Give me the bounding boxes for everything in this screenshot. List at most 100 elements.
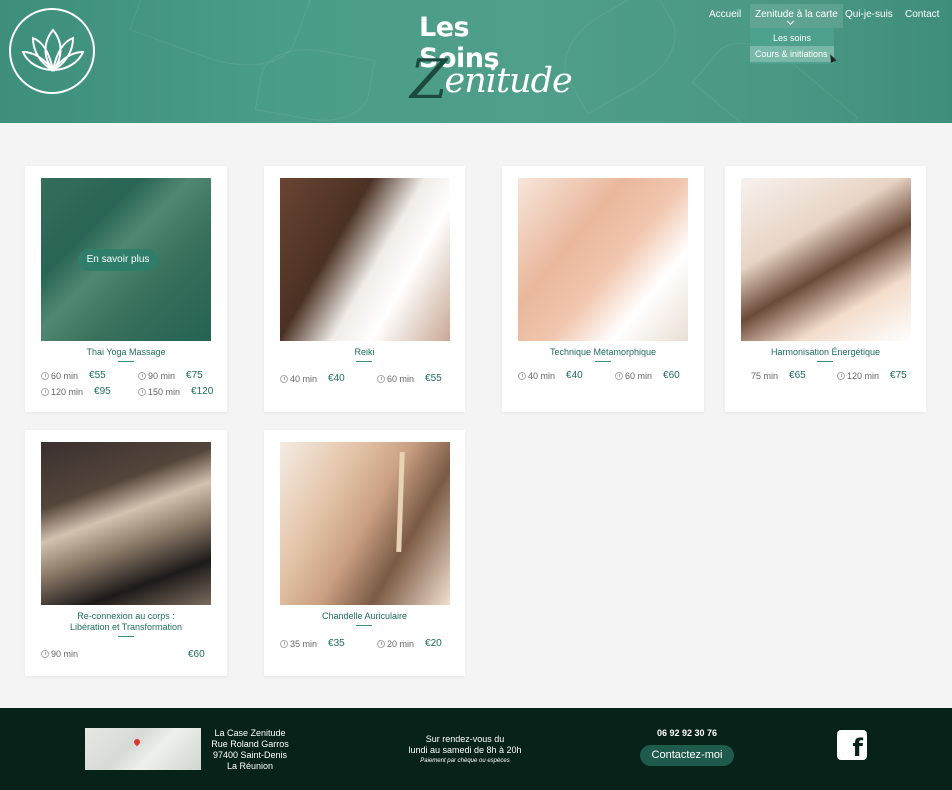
title-divider: [118, 361, 134, 362]
hours-line: lundi au samedi de 8h à 20h: [408, 745, 522, 755]
clock-icon: [280, 374, 288, 383]
duration: 20 min: [387, 638, 415, 649]
price-row: 75 min €65: [751, 370, 806, 381]
card-title[interactable]: Thai Yoga Massage: [25, 347, 227, 358]
site-subtitle-initial: Z: [410, 48, 448, 111]
clock-icon: [41, 387, 49, 396]
phone-number[interactable]: 06 92 92 30 76: [640, 728, 734, 738]
duration: 60 min: [51, 370, 79, 381]
thai-yoga-photo[interactable]: En savoir plus: [41, 178, 211, 341]
price: €65: [789, 370, 806, 381]
dropdown-menu: Les soins Cours & initiations: [750, 28, 834, 64]
card-title-line2[interactable]: Libération et Transformation: [25, 622, 227, 633]
title-divider: [118, 636, 134, 637]
duration: 40 min: [290, 373, 318, 384]
title-divider: [817, 361, 833, 362]
price-row: 60 min €55: [41, 370, 106, 381]
price-row: €60: [188, 649, 205, 660]
duration: 120 min: [847, 370, 880, 381]
price: €55: [89, 370, 106, 381]
location-map[interactable]: [85, 728, 201, 770]
lotus-icon: [21, 28, 85, 72]
duration: 120 min: [51, 386, 84, 397]
card-re-connexion-au-corps[interactable]: Re-connexion au corps : Libération et Tr…: [25, 430, 227, 676]
card-title[interactable]: Harmonisation Énergétique: [725, 347, 926, 358]
clock-icon: [41, 650, 49, 658]
price: €60: [663, 370, 680, 381]
title-divider: [356, 361, 372, 362]
duration: 60 min: [387, 373, 415, 384]
card-thai-yoga-massage[interactable]: En savoir plus Thai Yoga Massage 60 min …: [25, 166, 227, 412]
site-footer: La Case Zenitude Rue Roland Garros 97400…: [0, 708, 952, 790]
reiki-photo[interactable]: [280, 178, 450, 341]
nav-qui-je-suis[interactable]: Qui-je-suis: [845, 4, 893, 26]
price: €40: [566, 370, 583, 381]
hours-block: Sur rendez-vous du lundi au samedi de 8h…: [397, 734, 533, 767]
price-row: 90 min €75: [138, 370, 203, 381]
duration: 60 min: [625, 370, 653, 381]
duration: 90 min: [148, 370, 176, 381]
price-row: 35 min €35: [280, 638, 345, 649]
clock-icon: [837, 371, 845, 380]
price-row: 90 min: [41, 649, 78, 659]
duration: 40 min: [528, 370, 556, 381]
price-row: 40 min €40: [518, 370, 583, 381]
price: €120: [191, 386, 214, 397]
title-divider: [356, 625, 372, 626]
clock-icon: [138, 387, 146, 396]
facebook-icon[interactable]: f: [837, 730, 867, 762]
clock-icon: [280, 639, 288, 648]
nav-accueil[interactable]: Accueil: [709, 4, 741, 26]
site-subtitle-rest: enitude: [444, 61, 573, 101]
duration: 150 min: [148, 386, 181, 397]
price-row: 120 min €75: [837, 370, 907, 381]
site-subtitle: Zenitude: [410, 42, 573, 111]
lotus-logo[interactable]: [9, 8, 95, 94]
duration: 75 min: [751, 370, 779, 381]
card-reiki[interactable]: Reiki 40 min €40 60 min €55: [264, 166, 465, 412]
en-savoir-plus-button[interactable]: En savoir plus: [78, 249, 158, 271]
card-title[interactable]: Technique Métamorphique: [502, 347, 704, 358]
re-connexion-photo[interactable]: [41, 442, 211, 605]
price: €20: [425, 638, 442, 649]
dropdown-cours-initiations[interactable]: Cours & initiations: [750, 46, 834, 62]
address-line: La Réunion: [226, 761, 274, 771]
nav-zenitude-label: Zenitude à la carte: [755, 9, 838, 20]
clock-icon: [377, 374, 385, 383]
candle-icon: [396, 451, 405, 553]
address-block: La Case Zenitude Rue Roland Garros 97400…: [206, 728, 294, 772]
dropdown-les-soins[interactable]: Les soins: [750, 30, 834, 46]
metamorphique-photo[interactable]: [518, 178, 688, 341]
address-line: La Case Zenitude: [214, 728, 286, 738]
price: €55: [425, 373, 442, 384]
card-title-line1[interactable]: Re-connexion au corps :: [25, 611, 227, 622]
nav-contact[interactable]: Contact: [905, 4, 939, 26]
chandelle-photo[interactable]: [280, 442, 450, 605]
price: €75: [186, 370, 203, 381]
price-row: 150 min €120: [138, 386, 213, 397]
address-line: 97400 Saint-Denis: [212, 750, 288, 760]
title-divider: [595, 361, 611, 362]
price: €35: [328, 638, 345, 649]
price-row: 20 min €20: [377, 638, 442, 649]
card-chandelle-auriculaire[interactable]: Chandelle Auriculaire 35 min €35 20 min …: [264, 430, 465, 676]
nav-zenitude-a-la-carte[interactable]: Zenitude à la carte: [750, 4, 843, 28]
clock-icon: [138, 371, 146, 380]
price-row: 40 min €40: [280, 373, 345, 384]
card-title[interactable]: Reiki: [264, 347, 465, 358]
contact-button[interactable]: Contactez-moi: [640, 745, 734, 766]
clock-icon: [41, 371, 49, 380]
price-row: 60 min €55: [377, 373, 442, 384]
card-technique-metamorphique[interactable]: Technique Métamorphique 40 min €40 60 mi…: [502, 166, 704, 412]
map-pin-icon: [132, 737, 142, 747]
price: €75: [890, 370, 907, 381]
price: €95: [94, 386, 111, 397]
card-title[interactable]: Chandelle Auriculaire: [264, 611, 465, 622]
duration: 35 min: [290, 638, 318, 649]
clock-icon: [615, 371, 623, 380]
hours-line: Sur rendez-vous du: [425, 734, 505, 744]
card-harmonisation-energetique[interactable]: Harmonisation Énergétique 75 min €65 120…: [725, 166, 926, 412]
clock-icon: [377, 639, 385, 648]
price-row: 120 min €95: [41, 386, 111, 397]
harmonisation-photo[interactable]: [741, 178, 911, 341]
